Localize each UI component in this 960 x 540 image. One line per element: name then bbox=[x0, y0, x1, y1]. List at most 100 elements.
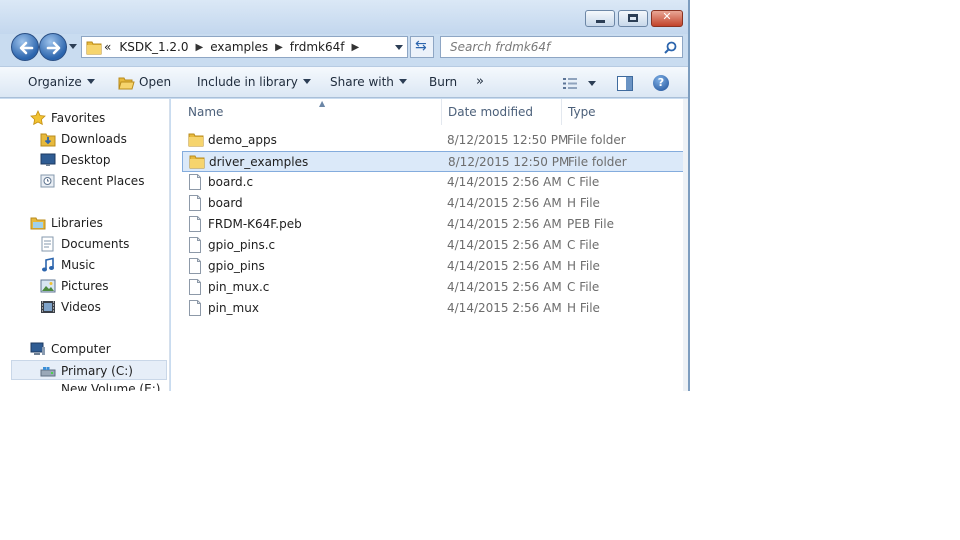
burn-button[interactable]: Burn bbox=[429, 75, 457, 89]
title-bar: ✕ bbox=[0, 0, 688, 34]
breadcrumb-ksdk[interactable]: KSDK_1.2.0 bbox=[119, 40, 188, 54]
sidebar-item-label: Recent Places bbox=[61, 174, 145, 188]
sidebar-item-label: Desktop bbox=[61, 153, 111, 167]
file-name: pin_mux.c bbox=[208, 280, 270, 294]
address-bar[interactable]: « KSDK_1.2.0 ▶ examples ▶ frdmk64f ▶ bbox=[81, 36, 408, 58]
include-in-library-menu[interactable]: Include in library bbox=[197, 75, 311, 89]
search-box[interactable]: Search frdmk64f bbox=[440, 36, 683, 58]
chevron-right-icon[interactable]: ▶ bbox=[352, 42, 360, 53]
organize-menu[interactable]: Organize bbox=[28, 75, 95, 89]
file-row[interactable]: pin_mux.c 4/14/2015 2:56 AM C File bbox=[182, 277, 684, 298]
file-date-modified: 4/14/2015 2:56 AM bbox=[447, 196, 562, 210]
minimize-button[interactable] bbox=[585, 10, 615, 27]
chevron-right-icon[interactable]: ▶ bbox=[275, 42, 283, 53]
file-name: driver_examples bbox=[209, 155, 309, 169]
column-header-name[interactable]: Name ▲ bbox=[182, 99, 442, 125]
share-with-menu[interactable]: Share with bbox=[330, 75, 407, 89]
forward-button[interactable] bbox=[39, 33, 67, 61]
breadcrumb-examples[interactable]: examples bbox=[210, 40, 268, 54]
sidebar-item-libraries[interactable]: Libraries bbox=[0, 213, 169, 233]
file-date-modified: 4/14/2015 2:56 AM bbox=[447, 301, 562, 315]
sidebar-item-new-volume-e[interactable]: New Volume (E:) bbox=[0, 382, 169, 391]
recent-pages-dropdown[interactable] bbox=[69, 44, 77, 49]
maximize-button[interactable] bbox=[618, 10, 648, 27]
refresh-button[interactable]: ⇆ bbox=[410, 36, 434, 58]
column-header-label: Type bbox=[568, 105, 596, 119]
sidebar-item-music[interactable]: Music bbox=[0, 255, 169, 275]
file-name: gpio_pins bbox=[208, 259, 265, 273]
vertical-scrollbar[interactable] bbox=[683, 99, 688, 391]
column-header-date-modified[interactable]: Date modified bbox=[442, 99, 562, 125]
file-date-modified: 4/14/2015 2:56 AM bbox=[447, 238, 562, 252]
open-button[interactable]: Open bbox=[139, 75, 171, 89]
breadcrumb-overflow[interactable]: « bbox=[104, 40, 111, 54]
search-icon[interactable] bbox=[664, 41, 677, 54]
file-type: C File bbox=[567, 238, 600, 252]
chevron-down-icon bbox=[86, 79, 95, 84]
file-name: board.c bbox=[208, 175, 254, 189]
file-name: board bbox=[208, 196, 243, 210]
preview-pane-icon[interactable] bbox=[617, 76, 633, 91]
file-row[interactable]: demo_apps 8/12/2015 12:50 PM File folder bbox=[182, 130, 684, 151]
more-commands-button[interactable]: » bbox=[476, 74, 484, 89]
file-row[interactable]: board 4/14/2015 2:56 AM H File bbox=[182, 193, 684, 214]
back-button[interactable] bbox=[11, 33, 39, 61]
back-arrow-icon bbox=[19, 41, 34, 55]
include-in-library-label: Include in library bbox=[197, 75, 298, 89]
file-type: C File bbox=[567, 280, 600, 294]
file-row[interactable]: FRDM-K64F.peb 4/14/2015 2:56 AM PEB File bbox=[182, 214, 684, 235]
folder-icon bbox=[189, 154, 205, 172]
file-name: gpio_pins.c bbox=[208, 238, 276, 252]
search-input[interactable]: Search frdmk64f bbox=[450, 40, 550, 54]
file-date-modified: 4/14/2015 2:56 AM bbox=[447, 217, 562, 231]
forward-arrow-icon bbox=[46, 41, 61, 55]
file-type: H File bbox=[567, 301, 600, 315]
column-header-type[interactable]: Type bbox=[562, 99, 684, 125]
file-row[interactable]: board.c 4/14/2015 2:56 AM C File bbox=[182, 172, 684, 193]
sidebar-item-pictures[interactable]: Pictures bbox=[0, 276, 169, 296]
sidebar-item-desktop[interactable]: Desktop bbox=[0, 150, 169, 170]
file-list-pane: Name ▲ Date modified Type demo_apps 8/12/… bbox=[171, 99, 688, 391]
sidebar-item-recent-places[interactable]: Recent Places bbox=[0, 171, 169, 191]
maximize-icon bbox=[628, 14, 638, 22]
explorer-window: ✕ « KSDK_1.2.0 ▶ examples ▶ frdmk64f ▶ ⇆… bbox=[0, 0, 690, 391]
file-row[interactable]: gpio_pins.c 4/14/2015 2:56 AM C File bbox=[182, 235, 684, 256]
libraries-icon bbox=[30, 217, 46, 230]
share-with-label: Share with bbox=[330, 75, 394, 89]
sidebar-item-primary-c[interactable]: Primary (C:) bbox=[11, 360, 167, 380]
sidebar-item-documents[interactable]: Documents bbox=[0, 234, 169, 254]
navigation-bar: « KSDK_1.2.0 ▶ examples ▶ frdmk64f ▶ ⇆ S… bbox=[0, 32, 688, 62]
chevron-down-icon[interactable] bbox=[588, 81, 596, 86]
view-options-icon[interactable] bbox=[562, 77, 578, 90]
help-button[interactable]: ? bbox=[653, 75, 669, 91]
file-row[interactable]: pin_mux 4/14/2015 2:56 AM H File bbox=[182, 298, 684, 319]
sidebar-item-label: Music bbox=[61, 258, 96, 272]
open-folder-icon bbox=[118, 77, 135, 90]
navigation-pane: Favorites Downloads Desktop Recent Place… bbox=[0, 99, 170, 391]
minimize-icon bbox=[596, 20, 605, 23]
chevron-right-icon[interactable]: ▶ bbox=[195, 42, 203, 53]
sidebar-item-label: Primary (C:) bbox=[61, 364, 133, 378]
file-date-modified: 4/14/2015 2:56 AM bbox=[447, 259, 562, 273]
file-icon bbox=[188, 279, 202, 298]
sidebar-item-label: Pictures bbox=[61, 279, 109, 293]
star-icon bbox=[30, 110, 46, 126]
close-button[interactable]: ✕ bbox=[651, 10, 683, 27]
sidebar-item-label: Videos bbox=[61, 300, 101, 314]
file-row[interactable]: driver_examples 8/12/2015 12:50 PM File fo… bbox=[182, 151, 684, 172]
address-history-dropdown[interactable] bbox=[395, 45, 403, 50]
close-icon: ✕ bbox=[662, 10, 672, 23]
breadcrumb: « KSDK_1.2.0 ▶ examples ▶ frdmk64f ▶ bbox=[104, 40, 366, 54]
file-type: C File bbox=[567, 175, 600, 189]
column-header-label: Date modified bbox=[448, 105, 534, 119]
file-row[interactable]: gpio_pins 4/14/2015 2:56 AM H File bbox=[182, 256, 684, 277]
file-icon bbox=[188, 216, 202, 235]
breadcrumb-frdmk64f[interactable]: frdmk64f bbox=[290, 40, 345, 54]
sidebar-item-downloads[interactable]: Downloads bbox=[0, 129, 169, 149]
sidebar-item-videos[interactable]: Videos bbox=[0, 297, 169, 317]
file-icon bbox=[188, 195, 202, 214]
sidebar-item-computer[interactable]: Computer bbox=[0, 339, 169, 359]
sidebar-item-favorites[interactable]: Favorites bbox=[0, 108, 169, 128]
pictures-icon bbox=[40, 279, 56, 293]
sidebar-item-label: Downloads bbox=[61, 132, 127, 146]
